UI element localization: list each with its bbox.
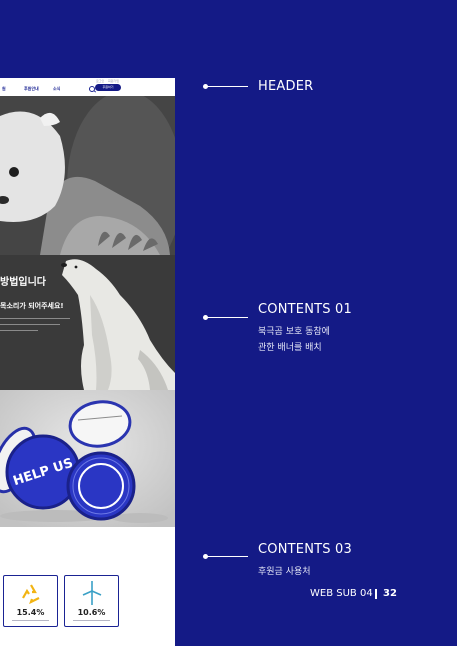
hero-image [0,91,175,281]
help-us-badges-image: HELP US [0,390,175,527]
polar-bear-cub-illustration [0,91,175,281]
annotation-title-header: HEADER [258,79,314,94]
protect-polar-bear-banner: 방법입니다 목소리가 되어주세요! [0,255,175,390]
nav-item-3[interactable]: 소식 [53,86,60,92]
annotation-title-contents-01: CONTENTS 01 [258,302,352,317]
annotation-line-header [204,86,248,87]
website-mockup: 로그인 회원가입 원 후원안내 소식 후원하기 방법입니다 목소리가 되어주세요… [0,78,175,646]
page-section-label: WEB SUB 04 [310,588,373,599]
stat-card-wind: 10.6% [64,575,119,627]
stat-caption-line [12,620,49,621]
nav-item-2[interactable]: 후원안내 [24,86,39,92]
stat-card-recycle: 15.4% [3,575,58,627]
page-number: 32 [383,588,397,599]
mockup-header: 로그인 회원가입 원 후원안내 소식 후원하기 [0,78,175,97]
page-separator [375,589,377,599]
donate-button[interactable]: 후원하기 [95,84,121,91]
stat-caption-line [73,620,110,621]
util-link-login[interactable]: 로그인 [96,79,104,83]
annotation-line-contents-03 [204,556,248,557]
annotation-desc-contents-03: 후원금 사용처 [258,567,311,577]
banner-text-line [0,330,38,331]
banner-subtitle: 목소리가 되어주세요! [0,302,64,310]
recycle-icon [22,584,40,605]
badge-buttons-illustration: HELP US [0,390,175,527]
banner-text-line [0,318,70,319]
annotation-line-contents-01 [204,317,248,318]
banner-title: 방법입니다 [0,277,46,288]
banner-text-line [0,324,60,325]
wind-turbine-icon [82,581,102,605]
annotation-title-contents-03: CONTENTS 03 [258,542,352,557]
stat-value-wind: 10.6% [77,608,106,617]
annotation-desc-contents-01-line1: 북극곰 보호 동참에 [258,327,330,337]
nav-item-1[interactable]: 원 [2,86,6,92]
annotation-desc-contents-01-line2: 관한 배너를 배치 [258,343,322,353]
donation-usage-section: 15.4% 10.6% [0,527,175,646]
stat-value-recycle: 15.4% [16,608,45,617]
util-link-signup[interactable]: 회원가입 [108,79,119,83]
